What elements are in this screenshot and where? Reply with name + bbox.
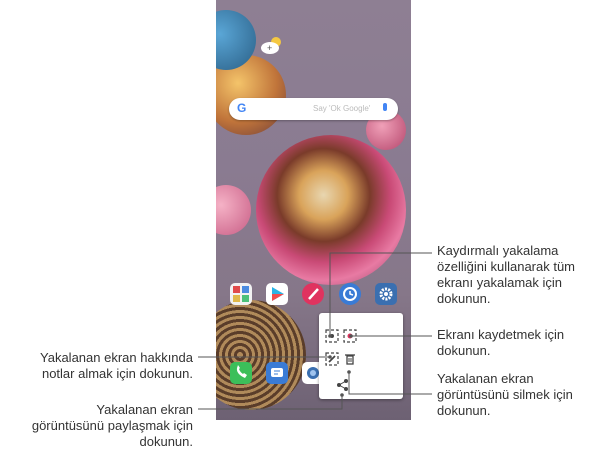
leader-delete — [348, 372, 432, 395]
callout-notes: Yakalanan ekran hakkında notlar almak iç… — [40, 350, 193, 381]
callout-extended-capture: Kaydırmalı yakalama özelliğini kullanara… — [437, 243, 576, 306]
leader-share — [198, 395, 343, 410]
callout-record: Ekranı kaydetmek için dokunun. — [437, 327, 565, 358]
callout-delete: Yakalanan ekran görüntüsünü silmek için … — [437, 371, 573, 418]
leader-extended-capture — [329, 252, 432, 336]
